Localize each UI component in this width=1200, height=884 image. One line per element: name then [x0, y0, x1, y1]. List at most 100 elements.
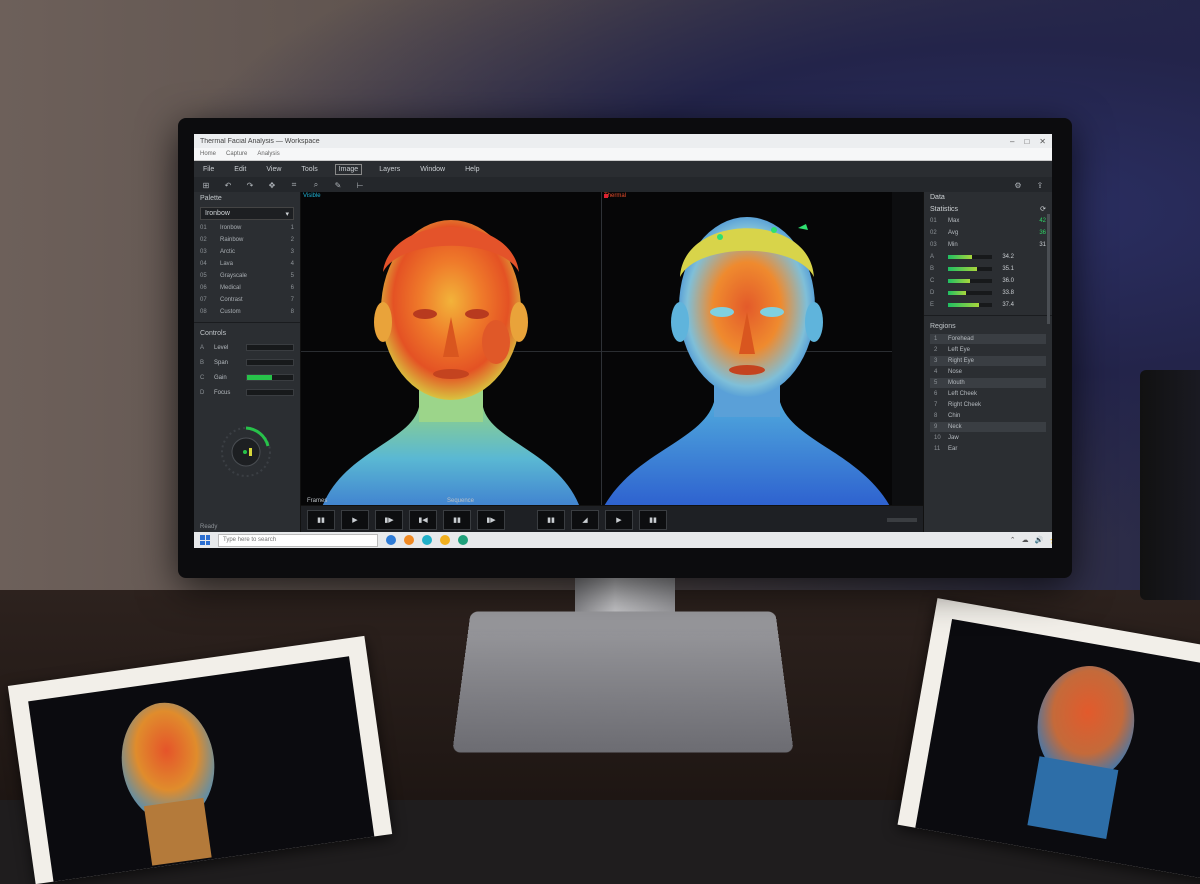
palette-dropdown[interactable]: Ironbow ▾ [200, 207, 294, 220]
volume-icon[interactable]: 🔊 [1035, 536, 1044, 544]
frame-thumb[interactable]: ▮▶ [477, 510, 505, 530]
menu-window[interactable]: Window [417, 165, 448, 174]
frame-thumb[interactable]: ▮◀ [409, 510, 437, 530]
region-label: Ear [948, 446, 958, 452]
region-item[interactable]: 4 Nose [930, 367, 1046, 377]
list-key: 01 [200, 225, 207, 231]
share-icon[interactable]: ⇪ [1034, 180, 1046, 190]
settings-icon[interactable]: ⚙ [1012, 180, 1024, 190]
menu-bar: File Edit View Tools Image Layers Window… [194, 161, 1052, 177]
meter-bar [948, 291, 992, 295]
frame-thumb[interactable]: ▮▶ [375, 510, 403, 530]
addr-item-capture[interactable]: Capture [226, 151, 247, 157]
taskbar-search-input[interactable]: Type here to search [218, 533, 378, 547]
region-item[interactable]: 2 Left Eye [930, 345, 1046, 355]
meter-value: 34.2 [1002, 254, 1014, 260]
frame-thumb[interactable]: ▮▮ [537, 510, 565, 530]
region-item[interactable]: 6 Left Cheek [930, 389, 1046, 399]
grid-icon[interactable]: ⊞ [200, 180, 212, 190]
close-button[interactable]: ✕ [1039, 137, 1046, 146]
menu-view[interactable]: View [263, 165, 284, 174]
list-label: Arctic [220, 249, 235, 255]
menu-edit[interactable]: Edit [231, 165, 249, 174]
thermal-face-right [602, 217, 892, 510]
frame-thumb[interactable]: ▮▮ [639, 510, 667, 530]
region-item[interactable]: 3 Right Eye [930, 356, 1046, 366]
region-label: Neck [948, 424, 962, 430]
list-item[interactable]: 03 Arctic 3 [194, 246, 300, 258]
list-item[interactable]: 01 Ironbow 1 [194, 222, 300, 234]
rotation-dial[interactable] [218, 424, 274, 480]
measure-icon[interactable]: ⊢ [354, 180, 366, 190]
region-item[interactable]: 11 Ear [930, 444, 1046, 454]
control-label: Span [214, 359, 229, 366]
control-slider[interactable] [246, 359, 294, 366]
addr-item-home[interactable]: Home [200, 151, 216, 157]
frame-thumb[interactable]: ▶ [605, 510, 633, 530]
region-key: 8 [934, 413, 938, 419]
regions-title: Regions [930, 323, 956, 330]
marker [604, 194, 608, 198]
list-label: Lava [220, 261, 234, 267]
menu-image[interactable]: Image [334, 163, 363, 175]
battery-icon[interactable]: ⚡ [1049, 536, 1052, 544]
frame-thumb[interactable]: ▶ [341, 510, 369, 530]
edge-icon[interactable] [458, 535, 468, 545]
viewports: Visible Thermal Frames Sequence ▮▮ ▶ ▮▶ … [301, 192, 923, 534]
store-icon[interactable] [422, 535, 432, 545]
maximize-button[interactable]: □ [1024, 137, 1029, 146]
workspace: Palette Ironbow ▾ 01 Ironbow 1 02 Rainbow 2 … [194, 192, 1052, 534]
photo-icon[interactable] [440, 535, 450, 545]
zoom-icon[interactable]: ⌕ [310, 180, 322, 190]
move-icon[interactable]: ✥ [266, 180, 278, 190]
menu-file[interactable]: File [200, 165, 217, 174]
region-item[interactable]: 5 Mouth [930, 378, 1046, 388]
filmstrip-slider[interactable] [887, 518, 917, 522]
brush-icon[interactable]: ✎ [332, 180, 344, 190]
window-title: Thermal Facial Analysis — Workspace [200, 137, 320, 145]
frame-thumb[interactable]: ▮▮ [443, 510, 471, 530]
addr-item-analysis[interactable]: Analysis [257, 151, 279, 157]
minimize-button[interactable]: – [1010, 137, 1014, 146]
folder-icon[interactable] [386, 535, 396, 545]
monitor-base [452, 611, 794, 753]
list-label: Medical [220, 285, 241, 291]
crop-icon[interactable]: ⌗ [288, 180, 300, 190]
list-value: 6 [290, 285, 294, 291]
region-item[interactable]: 9 Neck [930, 422, 1046, 432]
viewport-right[interactable]: Thermal [602, 192, 892, 510]
cloud-icon[interactable]: ☁ [1022, 536, 1029, 544]
list-item[interactable]: 04 Lava 4 [194, 258, 300, 270]
list-item[interactable]: 08 Custom 8 [194, 306, 300, 318]
region-item[interactable]: 1 Forehead [930, 334, 1046, 344]
readout-row: 02 Avg 36 [924, 227, 1052, 239]
meter-fill [948, 291, 966, 295]
frame-thumb[interactable]: ◢ [571, 510, 599, 530]
list-label: Rainbow [220, 237, 244, 243]
windows-start-icon[interactable] [200, 535, 210, 545]
list-item[interactable]: 02 Rainbow 2 [194, 234, 300, 246]
divider [194, 322, 300, 323]
tray-expand-icon[interactable]: ⌃ [1010, 536, 1016, 544]
undo-icon[interactable]: ↶ [222, 180, 234, 190]
list-item[interactable]: 05 Grayscale 5 [194, 270, 300, 282]
system-tray: ⌃ ☁ 🔊 ⚡ [1010, 536, 1052, 544]
viewport-left[interactable]: Visible [301, 192, 602, 510]
refresh-icon[interactable]: ⟳ [1040, 205, 1046, 213]
region-item[interactable]: 10 Jaw [930, 433, 1046, 443]
control-slider[interactable] [246, 344, 294, 351]
control-slider[interactable] [246, 374, 294, 381]
menu-tools[interactable]: Tools [298, 165, 320, 174]
menu-help[interactable]: Help [462, 165, 482, 174]
browser-icon[interactable] [404, 535, 414, 545]
control-slider[interactable] [246, 389, 294, 396]
list-item[interactable]: 06 Medical 6 [194, 282, 300, 294]
redo-icon[interactable]: ↷ [244, 180, 256, 190]
scrollbar[interactable] [1047, 214, 1050, 324]
list-label: Ironbow [220, 225, 242, 231]
region-item[interactable]: 7 Right Cheek [930, 400, 1046, 410]
list-item[interactable]: 07 Contrast 7 [194, 294, 300, 306]
frame-thumb[interactable]: ▮▮ [307, 510, 335, 530]
menu-layers[interactable]: Layers [376, 165, 403, 174]
region-item[interactable]: 8 Chin [930, 411, 1046, 421]
